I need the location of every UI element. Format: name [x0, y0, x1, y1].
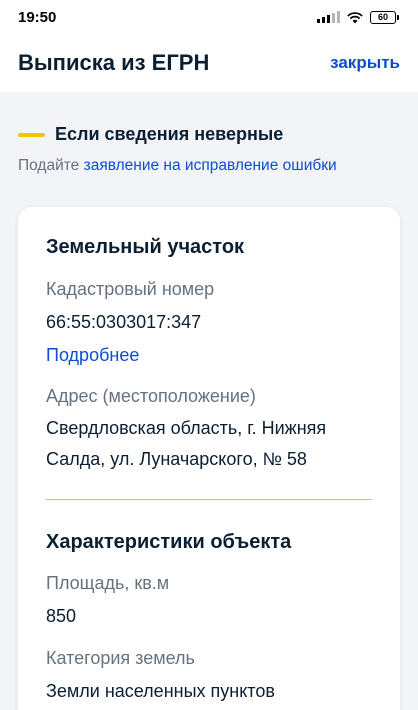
wifi-icon: [347, 11, 363, 23]
signal-icon: [317, 11, 340, 23]
correction-request-link[interactable]: заявление на исправление ошибки: [84, 157, 337, 174]
notice-accent-bar: [18, 132, 45, 137]
cadastral-number-value: 66:55:0303017:347: [46, 312, 202, 332]
cadastral-number-label: Кадастровый номер: [46, 279, 215, 299]
notice-title: Если сведения неверные: [55, 124, 284, 144]
status-bar: 19:50 60: [0, 0, 418, 34]
app-header: Выписка из ЕГРН закрыть: [0, 34, 418, 92]
land-plot-section-title: Земельный участок: [46, 236, 245, 258]
address-label: Адрес (местоположение): [46, 386, 256, 406]
battery-icon: 60: [370, 10, 399, 24]
details-link[interactable]: Подробнее: [46, 345, 139, 366]
address-line-1: Свердловская область, г. Нижняя: [46, 418, 327, 438]
section-divider: [46, 499, 372, 500]
area-label: Площадь, кв.м: [46, 573, 170, 593]
error-notice: Если сведения неверные Подайте заявление…: [18, 124, 400, 175]
area-value: 850: [46, 606, 77, 626]
status-icons: 60: [317, 10, 399, 24]
close-button[interactable]: закрыть: [330, 53, 400, 73]
status-time: 19:50: [18, 8, 57, 26]
extract-card: Земельный участок Кадастровый номер 66:5…: [18, 207, 400, 710]
land-category-value: Земли населенных пунктов: [46, 681, 275, 701]
land-category-label: Категория земель: [46, 648, 195, 668]
notice-text-prefix: Подайте: [18, 157, 84, 174]
address-line-2: Салда, ул. Луначарского, № 58: [46, 449, 307, 469]
notice-heading-row: Если сведения неверные: [18, 124, 400, 145]
notice-text: Подайте заявление на исправление ошибки: [18, 157, 400, 175]
characteristics-section-title: Характеристики объекта: [46, 531, 292, 553]
page-title: Выписка из ЕГРН: [18, 50, 210, 75]
